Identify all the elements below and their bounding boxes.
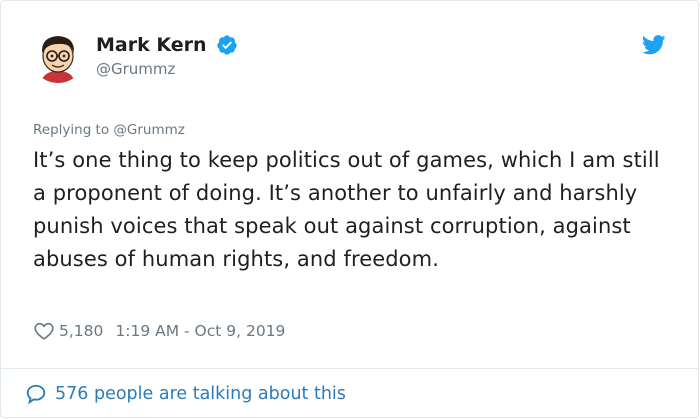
author-handle[interactable]: @Grummz — [96, 59, 238, 79]
embedded-tweet-card: Mark Kern @Grummz Replying to @Grummz It… — [0, 0, 699, 418]
verified-badge-icon — [216, 35, 237, 55]
speech-bubble-icon — [26, 384, 46, 405]
twitter-bird-icon[interactable] — [642, 35, 666, 55]
tweet-text: It’s one thing to keep politics out of g… — [33, 148, 660, 271]
tweet-timestamp[interactable]: 1:19 AM - Oct 9, 2019 — [115, 322, 285, 340]
cartoon-avatar-icon — [31, 29, 85, 83]
author-display-name[interactable]: Mark Kern — [96, 33, 207, 57]
tweet-header: Mark Kern @Grummz — [1, 1, 698, 101]
conversation-link[interactable]: 576 people are talking about this — [25, 381, 346, 407]
author-info: Mark Kern @Grummz — [96, 33, 238, 79]
like-count[interactable]: 5,180 — [59, 322, 103, 340]
tweet-meta: 5,180 1:19 AM - Oct 9, 2019 — [33, 319, 285, 343]
heart-icon[interactable] — [33, 320, 55, 342]
author-avatar[interactable] — [31, 29, 85, 83]
footer-divider — [1, 368, 698, 369]
conversation-count-label[interactable]: 576 people are talking about this — [55, 384, 346, 404]
replying-to[interactable]: Replying to @Grummz — [33, 121, 185, 139]
